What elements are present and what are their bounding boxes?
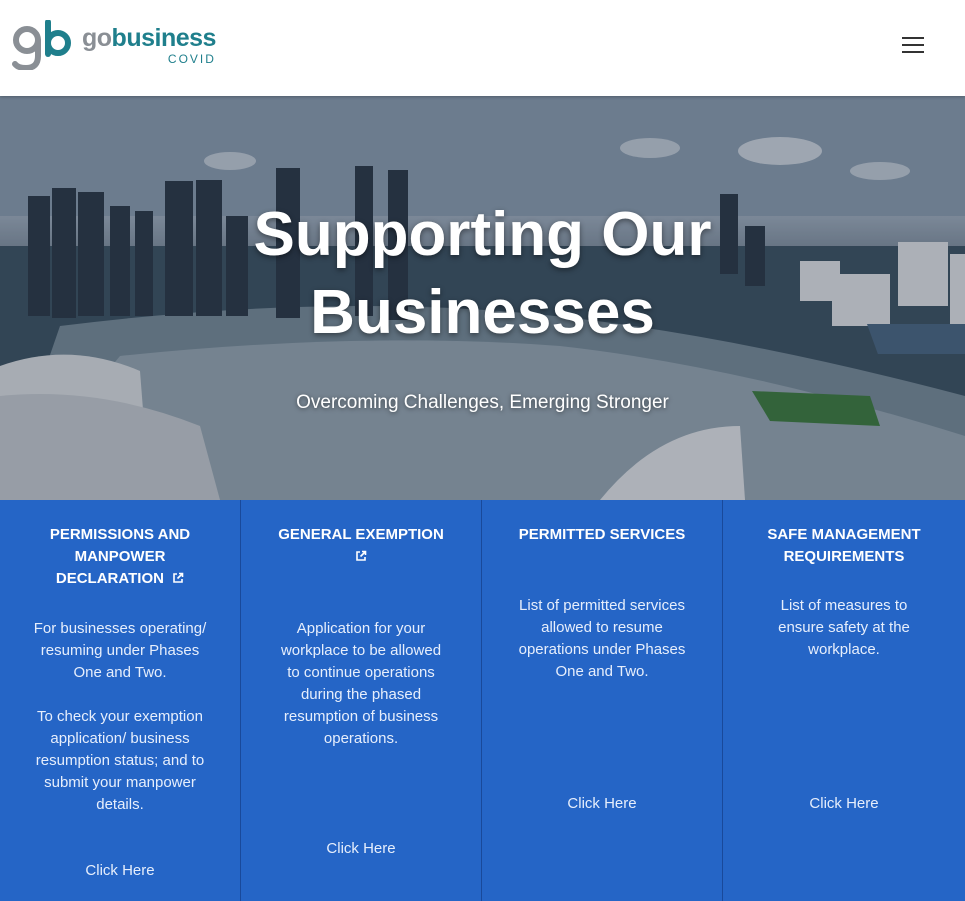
logo-word-business: business <box>111 23 217 52</box>
card-click-here-link[interactable]: Click Here <box>0 862 240 879</box>
card-permissions-manpower: PERMISSIONS AND MANPOWER DECLARATION For… <box>0 500 241 901</box>
card-description-para: List of permitted services allowed to re… <box>518 597 686 680</box>
card-click-here-link[interactable]: Click Here <box>723 795 965 812</box>
card-title[interactable]: GENERAL EXEMPTION <box>265 524 457 568</box>
card-title-text: PERMISSIONS AND MANPOWER DECLARATION <box>49 526 191 587</box>
hero-banner: Supporting Our Businesses Overcoming Cha… <box>0 96 965 500</box>
hamburger-line <box>902 37 924 39</box>
card-description: Application for your workplace to be all… <box>273 618 449 750</box>
card-description-para: For businesses operating/ resuming under… <box>33 620 207 681</box>
hero-title-line1: Supporting Our <box>253 200 712 269</box>
logo-word-go: go <box>82 23 112 52</box>
external-link-icon <box>356 550 367 561</box>
card-title[interactable]: SAFE MANAGEMENT REQUIREMENTS <box>747 524 941 568</box>
hero-subtitle: Overcoming Challenges, Emerging Stronger <box>296 392 669 413</box>
card-click-here-link[interactable]: Click Here <box>241 840 481 857</box>
card-description-para: Application for your workplace to be all… <box>280 620 442 747</box>
external-link-icon <box>173 572 184 583</box>
card-click-here-link[interactable]: Click Here <box>482 795 722 812</box>
card-permitted-services: PERMITTED SERVICES List of permitted ser… <box>482 500 723 901</box>
card-title-text: PERMITTED SERVICES <box>518 526 686 543</box>
hamburger-line <box>902 51 924 53</box>
card-title-text: GENERAL EXEMPTION <box>278 526 444 543</box>
card-description: List of permitted services allowed to re… <box>508 595 696 683</box>
gb-logo-icon <box>12 20 71 70</box>
site-header: gobusiness COVID <box>0 0 965 96</box>
card-general-exemption: GENERAL EXEMPTION Application for your w… <box>241 500 482 901</box>
card-description-para: List of measures to ensure safety at the… <box>778 597 910 658</box>
card-safe-management: SAFE MANAGEMENT REQUIREMENTS List of mea… <box>723 500 965 901</box>
gobusiness-covid-logo[interactable]: gobusiness COVID <box>12 20 216 70</box>
logo-wordmark: gobusiness COVID <box>82 23 217 66</box>
card-title[interactable]: PERMISSIONS AND MANPOWER DECLARATION <box>24 524 216 590</box>
card-title[interactable]: PERMITTED SERVICES <box>506 524 698 546</box>
service-cards: PERMISSIONS AND MANPOWER DECLARATION For… <box>0 500 965 901</box>
hamburger-icon[interactable] <box>902 36 924 54</box>
card-description: List of measures to ensure safety at the… <box>767 595 921 661</box>
hero-title: Supporting Our Businesses <box>0 196 965 352</box>
card-description-para: To check your exemption application/ bus… <box>35 708 205 813</box>
logo-sub-covid: COVID <box>167 51 216 66</box>
hero-title-line2: Businesses <box>310 278 655 347</box>
hamburger-line <box>902 44 924 46</box>
card-title-text: SAFE MANAGEMENT REQUIREMENTS <box>767 526 921 565</box>
card-description: For businesses operating/ resuming under… <box>28 618 212 816</box>
